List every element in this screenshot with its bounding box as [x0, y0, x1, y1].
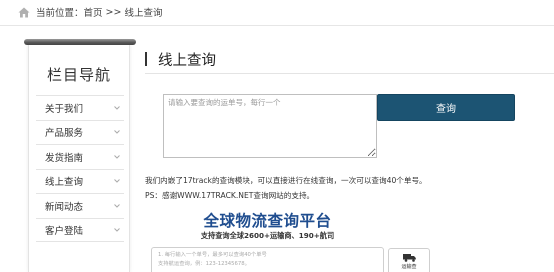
sidebar-item-label: 产品服务 — [45, 128, 84, 140]
banner-hint-line: 支持航运查询，例：123-12345678。 — [158, 261, 250, 267]
sidebar-item-client-login[interactable]: 客户登陆 — [36, 217, 124, 242]
banner-hint-line: 1. 每行输入一个单号，最多可以查询40个单号 — [158, 252, 267, 258]
sidebar-item-label: 客户登陆 — [45, 225, 84, 237]
breadcrumb-divider — [0, 25, 554, 26]
chevron-down-icon — [114, 203, 120, 208]
sidebar-item-label: 关于我们 — [45, 103, 84, 115]
sidebar-item-label: 发货指南 — [45, 152, 84, 164]
truck-icon — [402, 254, 416, 262]
sidebar-item-shipping-guide[interactable]: 发货指南 — [36, 144, 124, 169]
query-button[interactable]: 查询 — [377, 94, 515, 121]
sidebar-item-online-query[interactable]: 线上查询 — [36, 168, 124, 194]
credit-text: PS：感谢WWW.17TRACK.NET查询网站的支持。 — [145, 191, 315, 200]
sidebar-rod — [24, 39, 136, 45]
sidebar: 栏目导航 关于我们 产品服务 发货指南 线上查询 新闻动态 客户登陆 — [24, 39, 136, 272]
sidebar-item-label: 新闻动态 — [45, 201, 84, 213]
breadcrumb-current: 线上查询 — [124, 8, 163, 19]
page-title-text: 线上查询 — [158, 52, 216, 69]
breadcrumb-home-link[interactable]: 首页 — [84, 5, 103, 19]
chevron-down-icon — [114, 154, 120, 159]
title-divider — [145, 73, 554, 74]
sidebar-title: 栏目导航 — [46, 66, 111, 84]
sidebar-nav: 关于我们 产品服务 发货指南 线上查询 新闻动态 客户登陆 — [36, 95, 124, 242]
chevron-down-icon — [114, 130, 120, 134]
banner-title: 全球物流查询平台 — [203, 212, 332, 230]
chevron-down-icon — [114, 179, 120, 183]
page-title: 线上查询 — [145, 49, 216, 69]
banner-tracking-box[interactable]: 1. 每行输入一个单号，最多可以查询40个单号 支持航运查询，例：123-123… — [151, 247, 384, 272]
sidebar-item-about[interactable]: 关于我们 — [36, 95, 124, 120]
description-text: 我们内嵌了17track的查询模块，可以直接进行在线查询，一次可以查询40个单号… — [145, 176, 427, 185]
banner-subtitle: 支持查询全球2600+运输商、190+航司 — [200, 231, 335, 240]
chevron-down-icon — [114, 227, 120, 232]
breadcrumb: 当前位置： 首页 >> 线上查询 — [18, 4, 162, 20]
breadcrumb-separator: >> — [105, 6, 122, 18]
sidebar-item-label: 线上查询 — [45, 177, 84, 189]
banner-button-label: 运输查 — [401, 264, 417, 270]
home-icon — [18, 7, 30, 17]
sidebar-item-products[interactable]: 产品服务 — [36, 119, 124, 145]
breadcrumb-prefix: 当前位置： — [36, 8, 84, 19]
banner-track-button[interactable]: 运输查 — [388, 248, 430, 272]
tracking-number-input[interactable] — [163, 94, 377, 158]
chevron-down-icon — [114, 105, 120, 110]
sidebar-item-news[interactable]: 新闻动态 — [36, 193, 124, 218]
title-accent-bar — [145, 52, 147, 66]
